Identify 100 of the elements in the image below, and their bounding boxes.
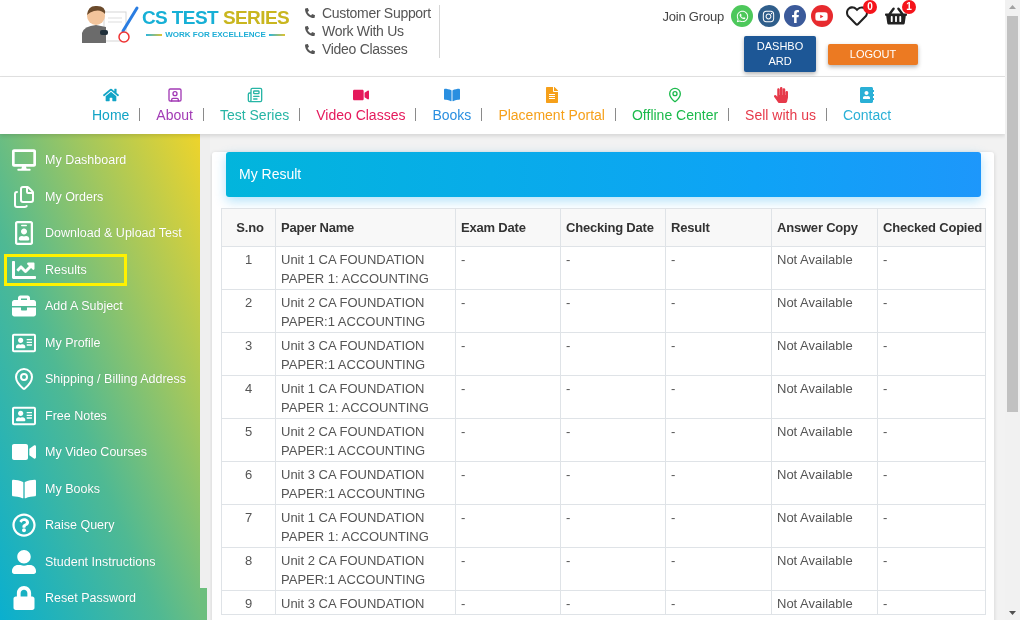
table-cell: Not Available <box>771 504 878 548</box>
home-icon <box>102 87 119 103</box>
table-cell: Unit 2 CA FOUNDATION PAPER:1 ACCOUNTING <box>275 547 456 591</box>
nav-link[interactable]: Sell with us <box>745 87 816 124</box>
scrollbar-thumb[interactable] <box>200 588 207 620</box>
table-cell: Unit 3 CA FOUNDATION PAPER:1 ACCOUNTING <box>275 332 456 376</box>
table-cell: Not Available <box>771 332 878 376</box>
table-cell: - <box>455 590 561 615</box>
table-cell: - <box>665 246 772 290</box>
logo-tagline: WORK FOR EXCELLENCE <box>165 29 266 40</box>
nav-link[interactable]: About <box>156 87 193 124</box>
table-cell: - <box>877 289 986 333</box>
phone-link[interactable]: Work With Us <box>305 22 431 40</box>
table-cell: 5 <box>221 418 276 462</box>
table-cell: Not Available <box>771 418 878 462</box>
join-group-label: Join Group <box>662 8 724 24</box>
phone-icon <box>305 8 315 18</box>
logout-button[interactable]: LOGOUT <box>828 43 918 65</box>
nav-link[interactable]: Home <box>92 87 130 124</box>
table-cell: 9 <box>221 590 276 615</box>
table-cell: - <box>877 590 986 615</box>
sidebar-item[interactable]: Results <box>4 253 127 286</box>
nav-link[interactable]: Contact <box>842 87 892 124</box>
sidebar-item[interactable]: My Dashboard <box>4 144 132 176</box>
table-cell: - <box>560 461 666 505</box>
lock-icon <box>12 586 36 610</box>
table-cell: - <box>560 547 666 591</box>
nav-link[interactable]: Test Series <box>219 87 290 124</box>
table-cell: - <box>665 289 772 333</box>
document-icon <box>543 87 560 103</box>
hand-icon <box>772 87 789 103</box>
table-cell: - <box>877 547 986 591</box>
table-cell: - <box>560 418 666 462</box>
scroll-down-icon[interactable] <box>1009 611 1016 615</box>
table-cell: Not Available <box>771 547 878 591</box>
table-cell: - <box>665 547 772 591</box>
sidebar-item[interactable]: Reset Password <box>4 582 141 614</box>
table-cell: Unit 1 CA FOUNDATION PAPER 1: ACCOUNTING <box>275 504 456 548</box>
column-header: Exam Date <box>455 208 561 247</box>
sidebar-item[interactable]: Raise Query <box>4 509 127 541</box>
nav-link[interactable]: Video Classes <box>316 87 406 124</box>
table-cell: - <box>877 504 986 548</box>
table-cell: - <box>665 504 772 548</box>
facebook-icon[interactable] <box>784 5 806 27</box>
table-cell: - <box>560 504 666 548</box>
map-pin-icon <box>667 87 684 103</box>
table-cell: 6 <box>221 461 276 505</box>
sidebar-item[interactable]: My Books <box>4 472 127 505</box>
count-badge: 0 <box>863 0 877 14</box>
briefcase-icon <box>12 294 36 318</box>
column-header: Checked Copied <box>877 208 986 247</box>
basket-icon[interactable] <box>885 5 907 27</box>
table-cell: - <box>455 246 561 290</box>
phone-link[interactable]: Customer Support <box>305 4 431 22</box>
sidebar-item[interactable]: Add A Subject <box>4 290 128 322</box>
table-cell: - <box>665 590 772 615</box>
table-cell: - <box>877 375 986 419</box>
table-cell: - <box>455 504 561 548</box>
logo-text-accent: SERIES <box>222 6 290 29</box>
monitor-icon <box>12 148 36 172</box>
heart-icon[interactable] <box>846 5 868 27</box>
table-cell: Not Available <box>771 590 878 615</box>
sidebar-item[interactable]: My Orders <box>4 180 127 213</box>
nav-link[interactable]: Offline Center <box>632 87 719 124</box>
table-cell: - <box>560 246 666 290</box>
table-cell: - <box>877 246 986 290</box>
table-cell: Unit 3 CA FOUNDATION <box>275 590 456 615</box>
dashboard-button[interactable]: DASHBOARD <box>744 36 816 72</box>
table-cell: - <box>877 418 986 462</box>
address-book-icon <box>859 87 876 103</box>
table-cell: - <box>560 289 666 333</box>
column-header: S.no <box>221 208 276 247</box>
table-cell: - <box>560 375 666 419</box>
table-cell: Not Available <box>771 289 878 333</box>
table-cell: - <box>560 590 666 615</box>
column-header: Answer Copy <box>771 208 878 247</box>
table-cell: - <box>455 461 561 505</box>
nav-link[interactable]: Placement Portal <box>498 87 605 124</box>
sidebar-item[interactable]: Free Notes <box>4 399 127 432</box>
instagram-icon[interactable] <box>757 5 780 27</box>
sidebar-item[interactable]: Download & Upload Test <box>4 217 187 249</box>
youtube-icon[interactable] <box>810 5 833 27</box>
table-cell: - <box>877 332 986 376</box>
nav-link[interactable]: Books <box>432 87 472 124</box>
files-icon <box>12 184 36 209</box>
table-cell: 3 <box>221 332 276 376</box>
table-cell: - <box>455 289 561 333</box>
table-cell: Unit 1 CA FOUNDATION PAPER 1: ACCOUNTING <box>275 246 456 290</box>
sidebar-item[interactable]: Student Instructions <box>4 545 161 578</box>
sidebar-item[interactable]: My Video Courses <box>4 436 152 468</box>
scrollbar-thumb[interactable] <box>1007 16 1018 412</box>
table-cell: - <box>877 461 986 505</box>
table-cell: - <box>455 375 561 419</box>
table-cell: - <box>665 375 772 419</box>
id-badge-icon <box>12 221 36 245</box>
phone-link[interactable]: Video Classes <box>305 40 431 58</box>
sidebar-item[interactable]: Shipping / Billing Address <box>4 363 192 395</box>
question-icon <box>12 513 36 537</box>
phone-icon <box>305 26 315 36</box>
sidebar-item[interactable]: My Profile <box>4 326 127 359</box>
